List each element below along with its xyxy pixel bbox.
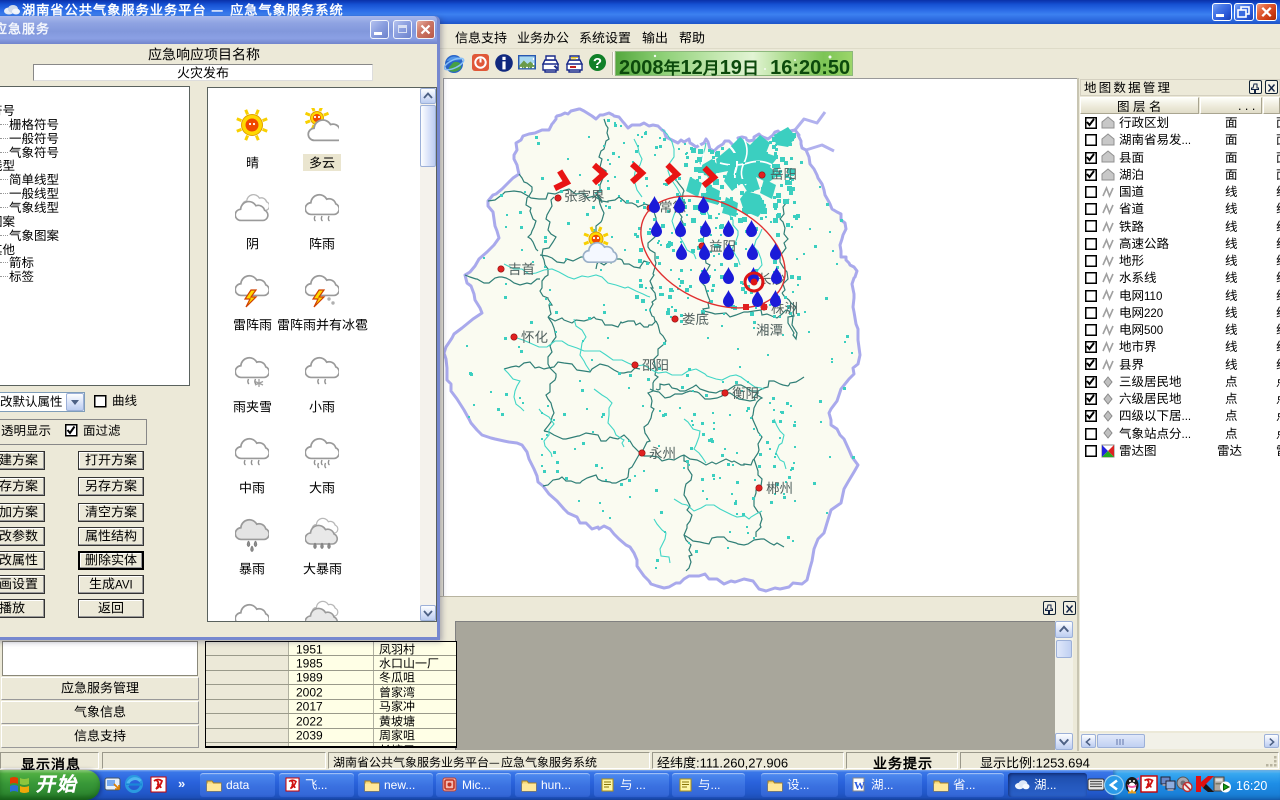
svg-text:?: ? <box>593 55 602 72</box>
svg-text:»: » <box>178 776 185 791</box>
svg-text:W: W <box>854 780 865 792</box>
svg-text:2045: 2045 <box>296 743 323 746</box>
